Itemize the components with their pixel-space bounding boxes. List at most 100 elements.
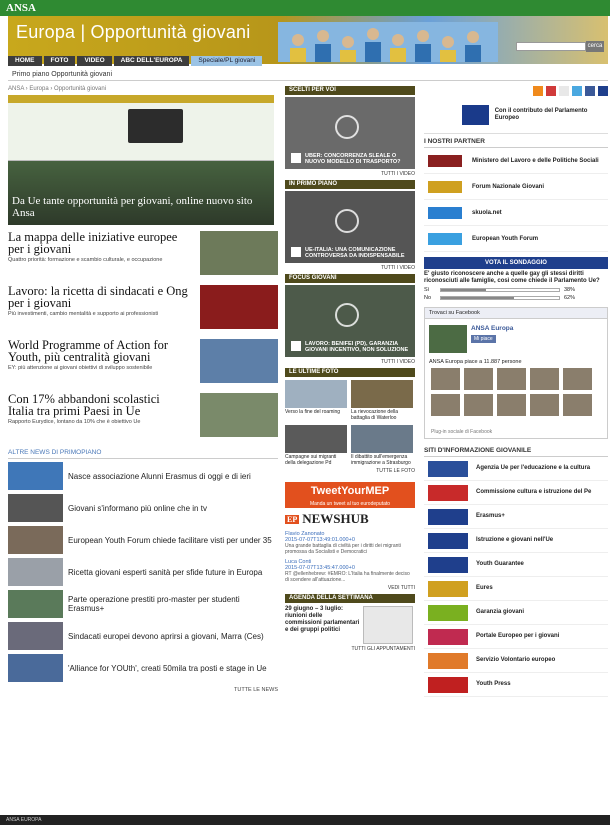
story-title[interactable]: World Programme of Action for Youth, più… — [8, 339, 188, 364]
tutti-video-link[interactable]: TUTTI I VIDEO — [285, 265, 415, 271]
banner-title[interactable]: Europa | Opportunità giovani — [16, 22, 250, 43]
ansa-logo[interactable]: ANSA — [6, 2, 36, 14]
site-item[interactable]: Commissione cultura e istruzione del Pe — [424, 481, 608, 505]
site-item[interactable]: Agenzia Ue per l'educazione e la cultura — [424, 457, 608, 481]
news-title[interactable]: 'Alliance for YOUth', creati 50mila tra … — [68, 664, 267, 673]
site-logo[interactable] — [428, 652, 468, 669]
altre-news-heading[interactable]: ALTRE NEWS DI PRIMOPIANO — [8, 449, 278, 459]
vedi-tutti-link[interactable]: VEDI TUTTI — [285, 585, 415, 591]
avatar[interactable] — [563, 368, 592, 390]
story-item[interactable]: Lavoro: la ricetta di sindacati e Ong pe… — [8, 285, 278, 333]
avatar[interactable] — [431, 394, 460, 416]
news-thumb[interactable] — [8, 462, 63, 490]
avatar[interactable] — [464, 368, 493, 390]
news-title[interactable]: Parte operazione prestiti pro-master per… — [68, 595, 278, 613]
list-item[interactable]: Sindacati europei devono aprirsi a giova… — [8, 621, 278, 651]
section-bar[interactable]: Primo piano Opportunità giovani — [8, 69, 608, 81]
site-item[interactable]: Eures — [424, 577, 608, 601]
breadcrumb[interactable]: ANSA › Europa › Opportunità giovani — [8, 86, 278, 92]
nav-video[interactable]: VIDEO — [77, 56, 112, 66]
page-avatar[interactable] — [429, 325, 467, 353]
avatar[interactable] — [431, 368, 460, 390]
site-name[interactable]: Erasmus+ — [476, 513, 505, 520]
avatar[interactable] — [530, 368, 559, 390]
list-item[interactable]: 'Alliance for YOUth', creati 50mila tra … — [8, 653, 278, 683]
tweet-item[interactable]: Flavio Zanonato 2015-07-07T13:49:01.000+… — [285, 531, 415, 555]
ep-contribution[interactable]: Con il contributo del Parlamento Europeo — [424, 96, 608, 134]
like-button[interactable]: Mi piace — [471, 335, 496, 343]
photo-caption[interactable]: La rievocazione della battaglia di Water… — [351, 409, 413, 421]
tweet-title[interactable]: TweetYourMEP — [285, 485, 415, 497]
photo-item[interactable]: La rievocazione della battaglia di Water… — [351, 380, 413, 421]
agenda-item[interactable]: 29 giugno – 3 luglio: riunioni delle com… — [285, 606, 415, 644]
site-logo[interactable] — [428, 580, 468, 597]
photo-thumb[interactable] — [285, 380, 347, 408]
news-thumb[interactable] — [8, 590, 63, 618]
site-name[interactable]: Youth Guarantee — [476, 561, 524, 568]
foto-heading[interactable]: LE ULTIME FOTO — [285, 368, 415, 377]
story-title[interactable]: Con 17% abbandoni scolastici Italia tra … — [8, 393, 188, 418]
tweet-your-mep-banner[interactable]: TweetYourMEP Manda un tweet al tuo eurod… — [285, 482, 415, 508]
avatar[interactable] — [530, 394, 559, 416]
partner-item[interactable]: Forum Nazionale Giovani — [424, 174, 608, 200]
site-logo[interactable] — [428, 628, 468, 645]
play-icon[interactable] — [335, 303, 359, 327]
scelti-heading[interactable]: SCELTI PER VOI — [285, 86, 415, 95]
news-title[interactable]: Nasce associazione Alunni Erasmus di ogg… — [68, 472, 251, 481]
news-thumb[interactable] — [8, 558, 63, 586]
site-name[interactable]: Commissione cultura e istruzione del Pe — [476, 489, 591, 496]
site-logo[interactable] — [428, 460, 468, 477]
photo-item[interactable]: Verso la fine del roaming — [285, 380, 347, 421]
partner-item[interactable]: European Youth Forum — [424, 226, 608, 252]
video-title[interactable]: UE-ITALIA: UNA COMUNICAZIONE CONTROVERSA… — [291, 247, 409, 259]
story-title[interactable]: La mappa delle iniziative europee per i … — [8, 231, 188, 256]
site-name[interactable]: Portale Europeo per i giovani — [476, 633, 559, 640]
photo-thumb[interactable] — [351, 380, 413, 408]
site-name[interactable]: Garanzia giovani — [476, 609, 524, 616]
agenda-text[interactable]: 29 giugno – 3 luglio: riunioni delle com… — [285, 606, 360, 644]
story-item[interactable]: Con 17% abbandoni scolastici Italia tra … — [8, 393, 278, 441]
site-name[interactable]: Eures — [476, 585, 493, 592]
partner-name[interactable]: skuola.net — [472, 210, 502, 216]
photo-caption[interactable]: Il dibattito sull'emergenza immigrazione… — [351, 454, 413, 466]
play-icon[interactable] — [335, 115, 359, 139]
agenda-heading[interactable]: AGENDA DELLA SETTIMANA — [285, 594, 415, 603]
story-item[interactable]: La mappa delle iniziative europee per i … — [8, 231, 278, 279]
facebook-icon[interactable] — [585, 86, 595, 96]
site-name[interactable]: Youth Press — [476, 681, 511, 688]
nav-foto[interactable]: FOTO — [43, 56, 76, 66]
avatar[interactable] — [497, 368, 526, 390]
partner-item[interactable]: Ministero del Lavoro e delle Politiche S… — [424, 148, 608, 174]
search-input[interactable] — [516, 42, 586, 51]
news-title[interactable]: European Youth Forum chiede facilitare v… — [68, 536, 272, 545]
list-item[interactable]: European Youth Forum chiede facilitare v… — [8, 525, 278, 555]
tweet-item[interactable]: Luca Conti 2015-07-07T13:45:47.000+0 RT … — [285, 559, 415, 583]
rss-icon[interactable] — [533, 86, 543, 96]
page-name[interactable]: ANSA Europa — [471, 325, 513, 332]
list-item[interactable]: Parte operazione prestiti pro-master per… — [8, 589, 278, 619]
story-image[interactable] — [200, 285, 278, 329]
story-image[interactable] — [200, 231, 278, 275]
video-item[interactable]: LAVORO: BENIFEI (PD), GARANZIA GIOVANI I… — [285, 285, 415, 357]
hero-story[interactable]: Da Ue tante opportunità per giovani, onl… — [8, 95, 274, 225]
news-title[interactable]: Giovani s'informano più online che in tv — [68, 504, 207, 513]
primo-heading[interactable]: IN PRIMO PIANO — [285, 180, 415, 189]
site-name[interactable]: Istruzione e giovani nell'Ue — [476, 537, 553, 544]
facebook-plugin-note[interactable]: Plug-in sociale di Facebook — [431, 429, 492, 435]
video-title[interactable]: LAVORO: BENIFEI (PD), GARANZIA GIOVANI I… — [291, 341, 409, 353]
news-thumb[interactable] — [8, 622, 63, 650]
share-icon[interactable] — [546, 86, 556, 96]
video-title[interactable]: UBER: CONCORRENZA SLEALE O NUOVO MODELLO… — [291, 153, 409, 165]
play-icon[interactable] — [335, 209, 359, 233]
site-logo[interactable] — [428, 604, 468, 621]
site-name[interactable]: Agenzia Ue per l'educazione e la cultura — [476, 465, 590, 472]
mail-icon[interactable] — [598, 86, 608, 96]
newshub-heading[interactable]: EP NEWSHUB — [285, 511, 415, 527]
tutte-foto-link[interactable]: TUTTE LE FOTO — [285, 468, 415, 474]
site-name[interactable]: Servizio Volontario europeo — [476, 657, 555, 664]
site-item[interactable]: Erasmus+ — [424, 505, 608, 529]
site-item[interactable]: Youth Guarantee — [424, 553, 608, 577]
news-title[interactable]: Sindacati europei devono aprirsi a giova… — [68, 632, 264, 641]
tutte-news-link[interactable]: TUTTE LE NEWS — [8, 687, 278, 693]
story-image[interactable] — [200, 339, 278, 383]
